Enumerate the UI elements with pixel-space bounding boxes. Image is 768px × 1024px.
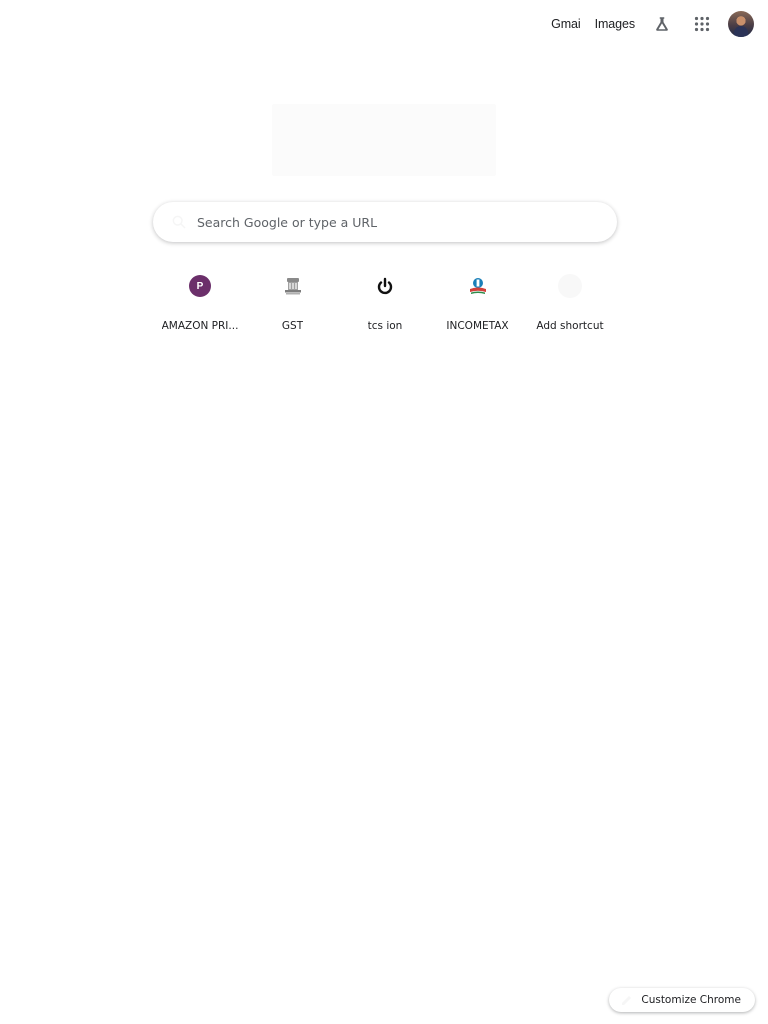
shortcut-label: GST <box>281 320 304 332</box>
add-plus-circle <box>558 274 582 298</box>
logo-area <box>272 104 496 176</box>
add-shortcut-tile[interactable]: Add shortcut <box>524 262 616 340</box>
flask-icon <box>656 17 668 31</box>
incometax-favicon <box>456 264 500 308</box>
pencil-icon <box>622 996 632 1005</box>
customize-chrome-label: Customize Chrome <box>641 994 741 1006</box>
top-bar: Gmai Images <box>544 8 754 40</box>
shortcut-label: AMAZON PRI... <box>161 320 239 332</box>
shortcut-incometax[interactable]: INCOMETAX <box>432 262 524 340</box>
shortcut-label: INCOMETAX <box>446 320 509 332</box>
tcs-ion-favicon <box>363 264 407 308</box>
search-icon <box>169 212 189 232</box>
gst-emblem-favicon <box>271 264 315 308</box>
search-input[interactable] <box>197 202 597 242</box>
amazon-prime-badge: P <box>189 275 211 297</box>
customize-chrome-button[interactable]: Customize Chrome <box>609 988 755 1012</box>
apps-grid-icon <box>694 16 710 32</box>
images-link[interactable]: Images <box>588 17 642 31</box>
shortcuts-grid: P AMAZON PRI... GST tcs ion INCOMETAX Ad… <box>154 262 616 340</box>
shortcut-amazon-prime[interactable]: P AMAZON PRI... <box>154 262 246 340</box>
shortcut-tcs-ion[interactable]: tcs ion <box>339 262 431 340</box>
add-icon <box>548 264 592 308</box>
new-tab-page: Gmai Images Search Google or type a URL … <box>0 0 768 1024</box>
amazon-prime-favicon: P <box>178 264 222 308</box>
labs-button[interactable] <box>642 8 682 40</box>
shortcut-gst[interactable]: GST <box>247 262 339 340</box>
search-box[interactable] <box>153 202 617 242</box>
account-avatar[interactable] <box>728 11 754 37</box>
shortcut-label: Add shortcut <box>536 320 604 332</box>
shortcut-label: tcs ion <box>367 320 403 332</box>
gmail-link[interactable]: Gmai <box>544 17 587 31</box>
apps-button[interactable] <box>682 8 722 40</box>
